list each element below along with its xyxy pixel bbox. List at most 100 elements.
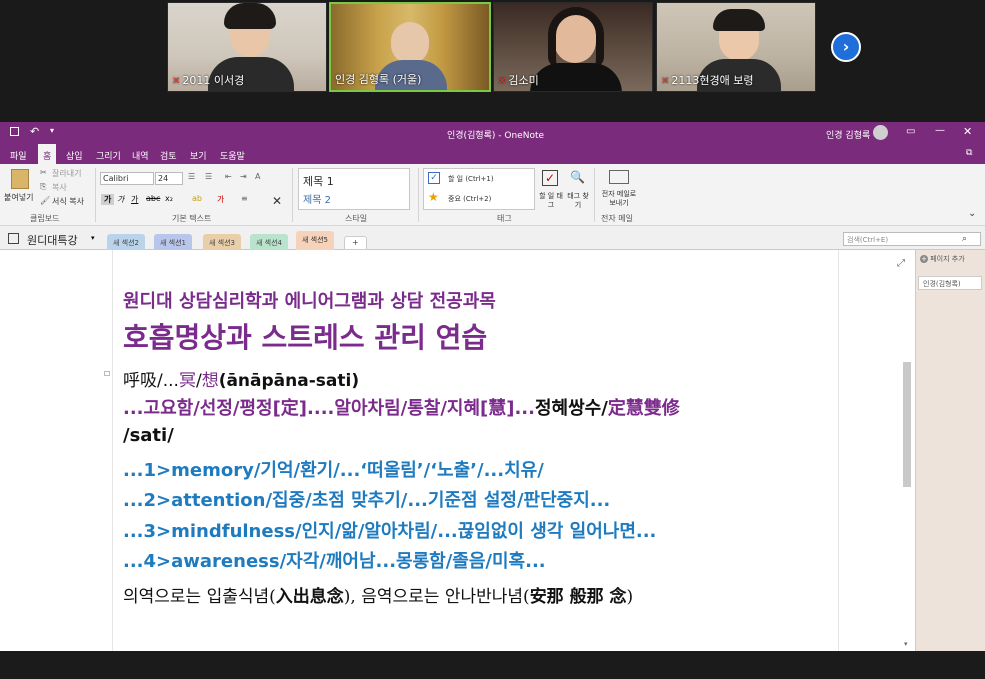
user-name[interactable]: 인경 김형록 bbox=[826, 128, 870, 141]
search-icon[interactable]: ⌕ bbox=[962, 234, 967, 244]
cut-button[interactable]: 잘라내기 bbox=[52, 168, 81, 179]
minimize-icon[interactable]: — bbox=[935, 125, 945, 136]
scroll-down-icon[interactable]: ▾ bbox=[904, 640, 908, 648]
tags-group-label: 태그 bbox=[497, 214, 512, 223]
tab-home[interactable]: 홈 bbox=[38, 144, 57, 164]
collapse-ribbon-icon[interactable]: ⌄ bbox=[968, 208, 976, 219]
section-tab[interactable]: 새 섹션4 bbox=[250, 234, 288, 250]
tags-gallery[interactable]: ✓ 할 일 (Ctrl+1) ★ 중요 (Ctrl+2) bbox=[423, 168, 535, 210]
quick-access-dropdown-icon[interactable]: ▾ bbox=[50, 126, 54, 135]
avatar[interactable] bbox=[873, 125, 888, 140]
tab-history[interactable]: 내역 bbox=[132, 149, 149, 162]
chevron-down-icon[interactable]: ▾ bbox=[91, 234, 95, 242]
page-margin-line bbox=[112, 250, 113, 651]
section-tab[interactable]: 새 섹션1 bbox=[154, 234, 192, 250]
section-tab[interactable]: 새 섹션2 bbox=[107, 234, 145, 250]
bold-button[interactable]: 가 bbox=[101, 194, 115, 205]
font-color-icon[interactable]: 가 bbox=[217, 194, 224, 205]
page-list-item[interactable]: 인경(김형록) bbox=[918, 276, 982, 290]
video-strip: ✕ 2011 이서경 인경 김형록 (거울) ✕ 김소미 ✕ 2113현경애 보령 › bbox=[0, 0, 985, 122]
format-painter-icon[interactable]: 🖌 bbox=[40, 196, 50, 205]
close-icon[interactable]: ✕ bbox=[963, 125, 972, 138]
section-tab-active[interactable]: 새 섹션5 bbox=[296, 231, 334, 250]
scissors-icon[interactable]: ✂ bbox=[40, 168, 47, 177]
note-title[interactable]: 호흡명상과 스트레스 관리 연습 bbox=[123, 316, 487, 356]
vertical-scrollbar[interactable] bbox=[903, 362, 911, 487]
clear-format-icon[interactable]: A bbox=[255, 172, 260, 181]
note-line-6[interactable]: ...3>mindfulness/인지/앎/알아차림/...끊임없이 생각 일어… bbox=[123, 517, 656, 543]
format-painter-button[interactable]: 서식 복사 bbox=[52, 196, 84, 207]
paste-button[interactable]: 붙여넣기 bbox=[4, 192, 33, 203]
participant-name: ✕ 2113현경애 보령 bbox=[661, 74, 754, 87]
fullscreen-icon[interactable]: ⧉ bbox=[966, 148, 972, 158]
expand-icon[interactable]: ⤢ bbox=[897, 258, 905, 269]
tag-important[interactable]: 중요 (Ctrl+2) bbox=[448, 194, 491, 204]
tab-review[interactable]: 검토 bbox=[160, 149, 177, 162]
participant-tile[interactable]: ✕ 2113현경애 보령 bbox=[656, 2, 816, 92]
align-icon[interactable]: ≡ bbox=[241, 194, 248, 203]
todo-tag-icon[interactable]: ✓ bbox=[542, 170, 558, 186]
outdent-icon[interactable]: ⇤ bbox=[225, 172, 232, 181]
tab-view[interactable]: 보기 bbox=[190, 149, 207, 162]
font-size-select[interactable]: 24 bbox=[155, 172, 183, 185]
strikethrough-button[interactable]: abc bbox=[146, 194, 160, 203]
mic-muted-icon: ✕ bbox=[661, 76, 670, 87]
search-input[interactable]: 검색(Ctrl+E) ⌕ bbox=[843, 232, 981, 246]
divider bbox=[594, 168, 595, 222]
note-line-2[interactable]: ...고요함/선정/평정[定]....알아차림/통찰/지혜[慧]...정혜쌍수/… bbox=[123, 394, 680, 420]
copy-icon[interactable]: ⎘ bbox=[40, 182, 46, 192]
send-email-button[interactable]: 전자 메일로 보내기 bbox=[600, 190, 638, 208]
undo-icon[interactable]: ↶ bbox=[30, 125, 39, 138]
notebook-icon[interactable] bbox=[10, 127, 19, 136]
participant-tile-active[interactable]: 인경 김형록 (거울) bbox=[329, 2, 491, 92]
font-name-select[interactable]: Calibri bbox=[100, 172, 154, 185]
text-run: 定慧雙修 bbox=[607, 398, 680, 419]
paste-icon[interactable] bbox=[11, 169, 29, 189]
bullets-icon[interactable]: ☰ bbox=[188, 172, 195, 181]
email-icon[interactable] bbox=[609, 170, 629, 184]
style-heading1[interactable]: 제목 1 bbox=[303, 173, 334, 189]
paragraph-handle[interactable] bbox=[104, 371, 110, 376]
notebook-bar: 원디대특강 ▾ 새 섹션2 새 섹션1 새 섹션3 새 섹션4 새 섹션5 + bbox=[0, 226, 985, 250]
add-page-button[interactable]: + 페이지 추가 bbox=[920, 254, 982, 266]
notebook-name[interactable]: 원디대특강 bbox=[27, 232, 78, 248]
note-line-7[interactable]: ...4>awareness/자각/깨어남...몽롱함/졸음/미혹... bbox=[123, 547, 546, 573]
styles-gallery[interactable]: 제목 1 제목 2 bbox=[298, 168, 410, 210]
section-tab[interactable]: 새 섹션3 bbox=[203, 234, 241, 250]
title-bar: ↶ ▾ 인경(김형록) - OneNote 인경 김형록 ▭ — ✕ bbox=[0, 122, 985, 144]
text-run: 安那 般那 念 bbox=[529, 587, 627, 607]
tag-todo[interactable]: 할 일 (Ctrl+1) bbox=[448, 174, 494, 184]
find-tags-button[interactable]: 태그 찾기 bbox=[566, 192, 590, 210]
note-line-1[interactable]: 呼吸/...冥/想(ānāpāna-sati) bbox=[123, 366, 359, 391]
text-run: 想 bbox=[201, 371, 219, 391]
note-line-5[interactable]: ...2>attention/집중/초점 맞추기/...기준점 설정/판단중지.… bbox=[123, 486, 610, 512]
copy-button[interactable]: 복사 bbox=[52, 182, 67, 193]
italic-button[interactable]: 가 bbox=[117, 194, 124, 205]
note-line-8[interactable]: 의역으로는 입출식념(入出息念), 음역으로는 안나반나념(安那 般那 念) bbox=[123, 582, 633, 607]
add-section-button[interactable]: + bbox=[344, 236, 367, 250]
next-participants-button[interactable]: › bbox=[831, 32, 861, 62]
subscript-button[interactable]: x₂ bbox=[165, 194, 173, 203]
style-heading2[interactable]: 제목 2 bbox=[303, 191, 331, 206]
tab-help[interactable]: 도움말 bbox=[220, 149, 245, 162]
underline-button[interactable]: 가 bbox=[131, 194, 138, 205]
indent-icon[interactable]: ⇥ bbox=[240, 172, 247, 181]
notebook-icon bbox=[8, 233, 19, 244]
note-subtitle[interactable]: 원디대 상담심리학과 에니어그램과 상담 전공과목 bbox=[123, 287, 496, 313]
plus-icon: + bbox=[920, 255, 928, 263]
note-line-4[interactable]: ...1>memory/기억/환기/...‘떠올림’/‘노출’/...치유/ bbox=[123, 456, 544, 482]
ribbon-options-icon[interactable]: ▭ bbox=[906, 126, 915, 137]
note-line-3[interactable]: /sati/ bbox=[123, 425, 174, 446]
highlight-icon[interactable]: ab bbox=[192, 194, 202, 203]
tab-file[interactable]: 파일 bbox=[10, 149, 27, 162]
participant-name: 인경 김형록 (거울) bbox=[335, 73, 422, 86]
mic-muted-icon: ✕ bbox=[172, 76, 181, 87]
todo-tag-button[interactable]: 할 일 태그 bbox=[537, 192, 565, 210]
numbering-icon[interactable]: ☰ bbox=[205, 172, 212, 181]
participant-tile[interactable]: ✕ 김소미 bbox=[493, 2, 653, 92]
clear-icon[interactable]: ✕ bbox=[272, 194, 282, 208]
participant-tile[interactable]: ✕ 2011 이서경 bbox=[167, 2, 327, 92]
tab-draw[interactable]: 그리기 bbox=[96, 149, 121, 162]
tab-insert[interactable]: 삽입 bbox=[66, 149, 83, 162]
find-tags-icon[interactable]: 🔍 bbox=[570, 170, 585, 184]
